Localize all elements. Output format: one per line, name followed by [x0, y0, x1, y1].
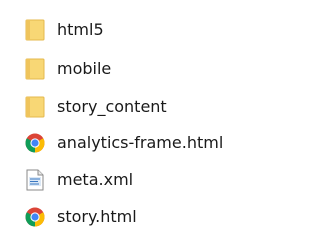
- file-name: story.html: [57, 207, 137, 226]
- file-item-html5[interactable]: html5: [0, 13, 280, 47]
- file-item-analytics-frame[interactable]: analytics-frame.html: [0, 126, 280, 160]
- file-name: mobile: [57, 59, 112, 78]
- file-name: meta.xml: [57, 170, 134, 189]
- chrome-icon: [24, 206, 46, 228]
- file-name: html5: [57, 20, 104, 39]
- file-name: story_content: [57, 97, 167, 116]
- file-item-story-html[interactable]: story.html: [0, 200, 280, 234]
- folder-icon: [24, 96, 46, 118]
- file-name: analytics-frame.html: [57, 133, 224, 152]
- file-list: html5 mobile story_content analytics-fra…: [0, 0, 280, 251]
- file-item-meta-xml[interactable]: meta.xml: [0, 163, 280, 197]
- file-item-mobile[interactable]: mobile: [0, 52, 280, 86]
- folder-icon: [24, 19, 46, 41]
- chrome-icon: [24, 132, 46, 154]
- folder-icon: [24, 58, 46, 80]
- file-item-story-content[interactable]: story_content: [0, 90, 280, 124]
- xml-file-icon: [24, 169, 46, 191]
